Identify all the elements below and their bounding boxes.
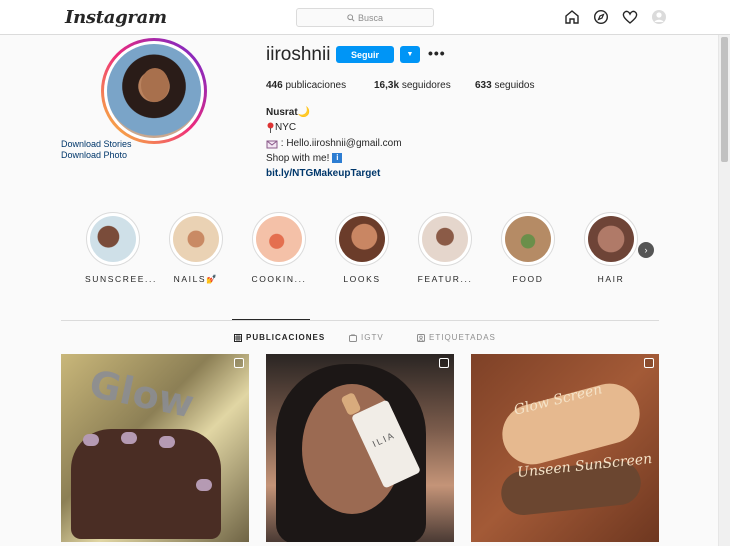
nail-shape bbox=[159, 436, 175, 448]
tabs-divider bbox=[61, 320, 659, 321]
mailbox-icon bbox=[266, 140, 278, 149]
highlight-label: SUNSCREE... bbox=[85, 274, 157, 284]
highlight-label: FOOD bbox=[512, 274, 544, 284]
chevron-down-icon: ▼ bbox=[406, 51, 414, 58]
post-bottle-label: ILIA bbox=[370, 429, 397, 450]
nail-shape bbox=[196, 479, 212, 491]
following-count: 633 bbox=[475, 80, 492, 91]
bio-location: NYC bbox=[266, 122, 296, 133]
posts-label: publicaciones bbox=[285, 80, 347, 91]
highlight-label: COOKIN... bbox=[251, 274, 307, 284]
highlight-cooking[interactable]: COOKIN... bbox=[251, 212, 307, 284]
scrollbar-thumb[interactable] bbox=[721, 37, 728, 162]
post-overlay-text: Glow bbox=[85, 361, 198, 427]
carousel-icon bbox=[234, 358, 244, 368]
tab-igtv[interactable]: IGTV bbox=[349, 333, 384, 342]
highlight-hair[interactable]: HAIR bbox=[583, 212, 639, 284]
posts-count: 446 bbox=[266, 80, 283, 91]
info-icon: i bbox=[332, 153, 343, 164]
more-options-button[interactable]: ••• bbox=[428, 46, 446, 60]
tab-posts-label: PUBLICACIONES bbox=[246, 333, 326, 342]
highlight-featured[interactable]: FEATUR... bbox=[417, 212, 473, 284]
search-icon bbox=[347, 13, 355, 22]
tagged-icon bbox=[417, 333, 425, 342]
download-stories-link[interactable]: Download Stories bbox=[61, 139, 132, 149]
highlight-cover bbox=[339, 216, 385, 262]
highlight-sunscreen[interactable]: SUNSCREE... bbox=[85, 212, 157, 284]
post-thumbnail[interactable]: ILIA bbox=[266, 354, 454, 542]
tab-tagged-label: ETIQUETADAS bbox=[429, 333, 496, 342]
tab-igtv-label: IGTV bbox=[361, 333, 384, 342]
posts-stat: 446 publicaciones bbox=[266, 80, 346, 91]
profile-username: iiroshnii bbox=[266, 44, 331, 65]
highlight-cover bbox=[505, 216, 551, 262]
highlight-nails[interactable]: NAILS💅 bbox=[168, 212, 224, 285]
post-thumbnail[interactable]: Glow bbox=[61, 354, 249, 542]
search-input[interactable]: Busca bbox=[296, 8, 434, 27]
active-tab-indicator bbox=[232, 319, 310, 320]
more-options-icon: ••• bbox=[428, 45, 446, 61]
highlight-cover bbox=[90, 216, 136, 262]
home-icon[interactable] bbox=[564, 9, 580, 25]
highlight-label: HAIR bbox=[597, 274, 625, 284]
pin-icon bbox=[267, 122, 274, 133]
explore-icon[interactable] bbox=[593, 9, 609, 25]
suggested-dropdown-button[interactable]: ▼ bbox=[400, 46, 420, 63]
followers-label: seguidores bbox=[401, 80, 451, 91]
igtv-icon bbox=[349, 333, 357, 342]
heart-icon[interactable] bbox=[622, 9, 638, 25]
following-label: seguidos bbox=[494, 80, 535, 91]
video-icon bbox=[644, 358, 654, 368]
bio-email-text: : Hello.iiroshnii@gmail.com bbox=[280, 138, 402, 150]
top-nav: Instagram Busca bbox=[0, 0, 730, 35]
instagram-logo[interactable]: Instagram bbox=[65, 7, 167, 28]
following-stat[interactable]: 633 seguidos bbox=[475, 80, 535, 91]
chevron-right-icon: › bbox=[644, 245, 648, 255]
highlight-label: LOOKS bbox=[343, 274, 381, 284]
nail-shape bbox=[121, 432, 137, 444]
follow-button[interactable]: Seguir bbox=[336, 46, 394, 63]
profile-avatar[interactable] bbox=[101, 38, 207, 144]
followers-count: 16,3k bbox=[374, 80, 400, 91]
bio-shop-text: Shop with me! bbox=[266, 153, 330, 164]
followers-stat[interactable]: 16,3k seguidores bbox=[374, 80, 451, 91]
bio-shop: Shop with me! i bbox=[266, 153, 343, 164]
profile-avatar-icon[interactable] bbox=[651, 9, 667, 25]
tab-posts[interactable]: PUBLICACIONES bbox=[234, 333, 325, 342]
search-placeholder: Busca bbox=[357, 12, 383, 23]
tab-tagged[interactable]: ETIQUETADAS bbox=[417, 333, 496, 342]
nail-shape bbox=[83, 434, 99, 446]
bio-location-text: NYC bbox=[275, 122, 297, 134]
download-photo-link[interactable]: Download Photo bbox=[61, 150, 127, 160]
bio-name: Nusrat🌙 bbox=[266, 107, 311, 118]
highlight-cover bbox=[173, 216, 219, 262]
highlight-cover bbox=[422, 216, 468, 262]
post-thumbnail[interactable]: Glow Screen Unseen SunScreen bbox=[471, 354, 659, 542]
profile-photo bbox=[107, 44, 201, 138]
bio-email: : Hello.iiroshnii@gmail.com bbox=[266, 138, 402, 149]
highlight-food[interactable]: FOOD bbox=[500, 212, 556, 284]
grid-icon bbox=[234, 333, 242, 342]
highlight-cover bbox=[588, 216, 634, 262]
bio-external-link[interactable]: bit.ly/NTGMakeupTarget bbox=[266, 168, 380, 179]
highlights-next-button[interactable]: › bbox=[638, 242, 654, 258]
page-scrollbar[interactable] bbox=[718, 35, 730, 546]
highlight-label: FEATUR... bbox=[417, 274, 473, 284]
video-icon bbox=[439, 358, 449, 368]
highlight-label: NAILS💅 bbox=[173, 274, 219, 284]
highlight-looks[interactable]: LOOKS bbox=[334, 212, 390, 284]
highlight-cover bbox=[256, 216, 302, 262]
